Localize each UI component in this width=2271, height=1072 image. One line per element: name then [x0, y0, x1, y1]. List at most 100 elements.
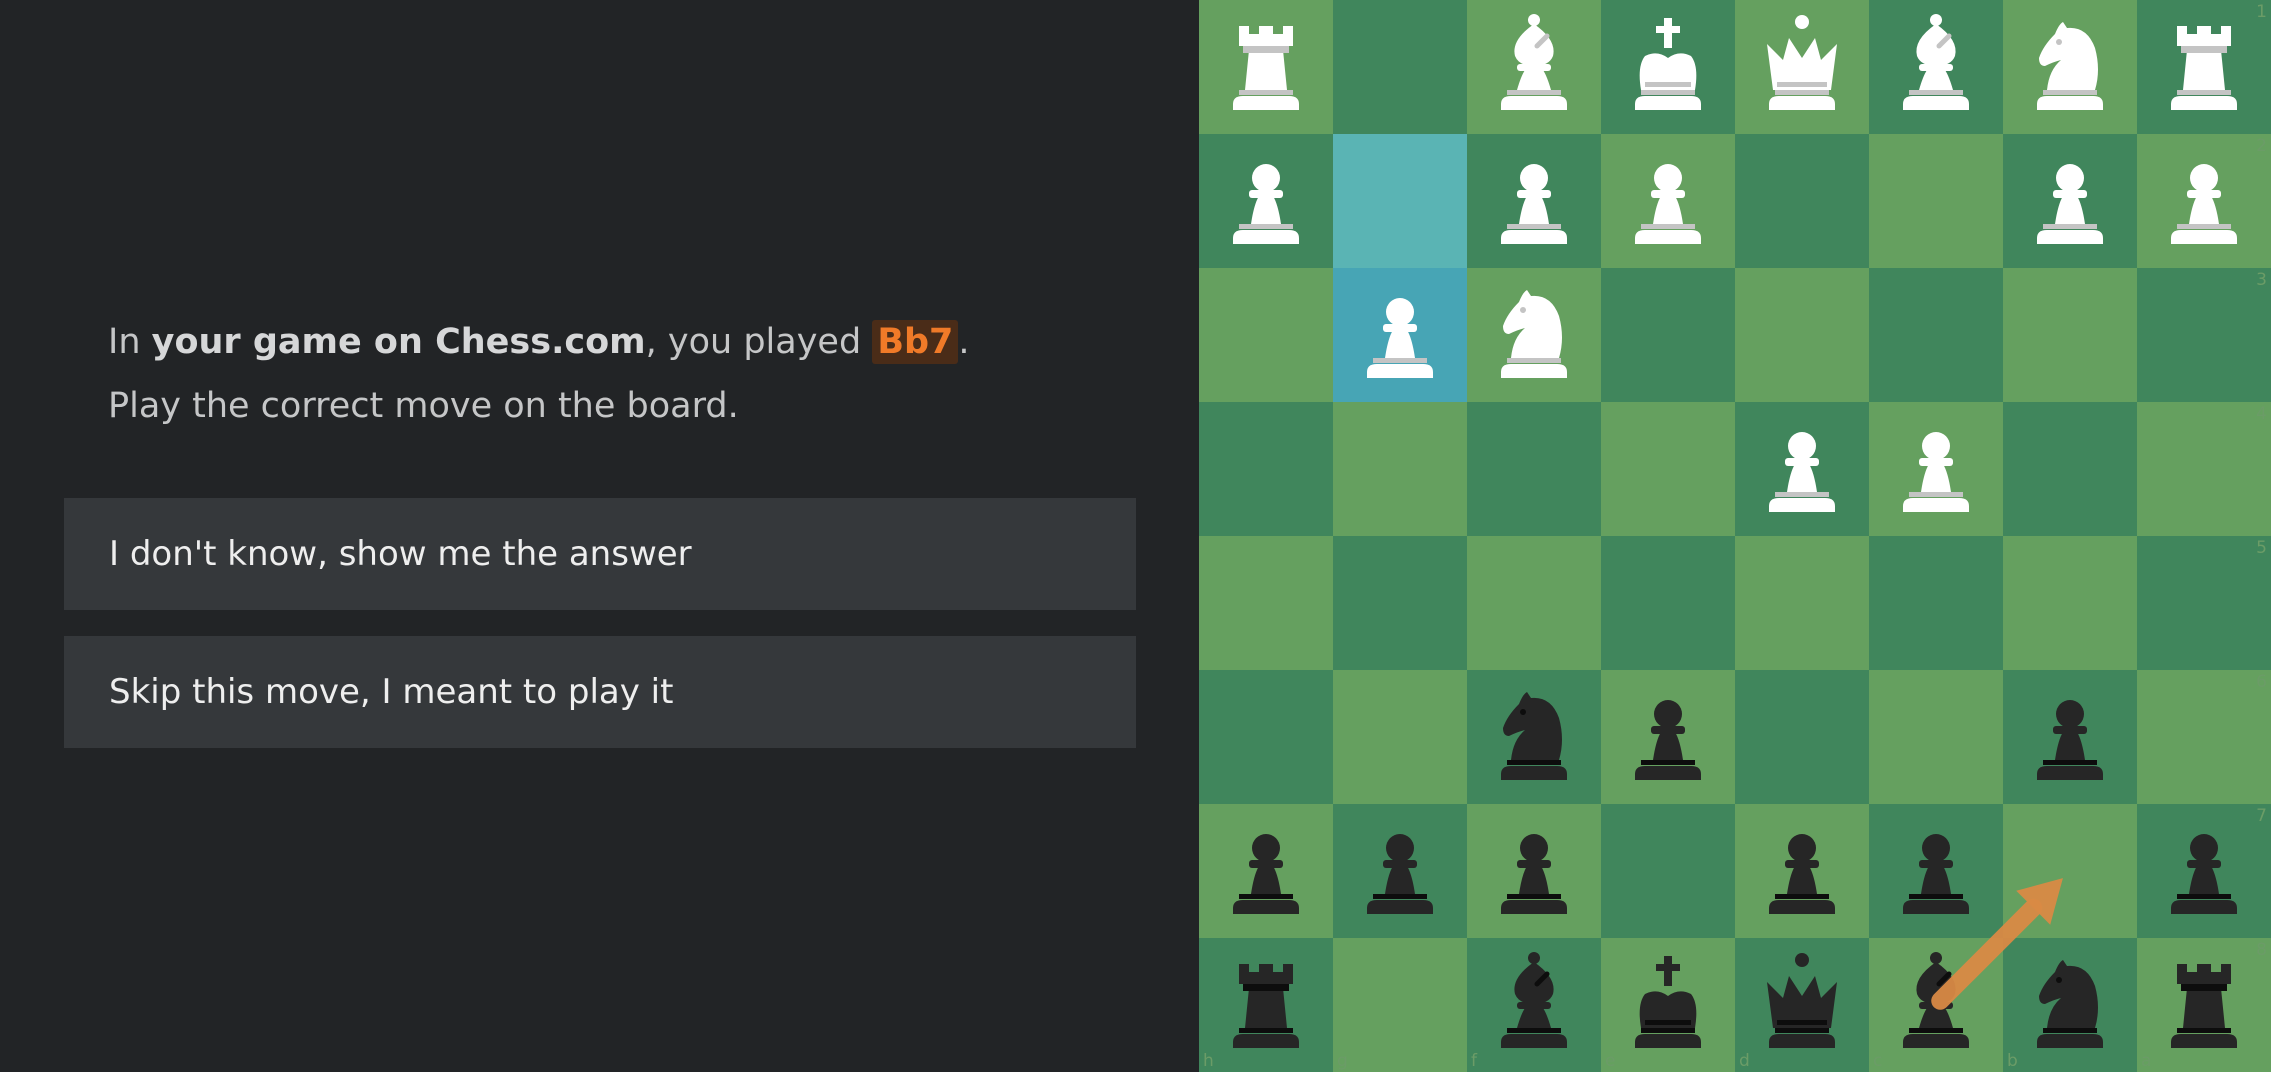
- white-pawn-icon[interactable]: [2137, 134, 2271, 268]
- square-h5[interactable]: [1199, 536, 1333, 670]
- square-c5[interactable]: [1869, 536, 2003, 670]
- square-e6[interactable]: [1601, 670, 1735, 804]
- white-knight-icon[interactable]: [1467, 268, 1601, 402]
- white-queen-icon[interactable]: [1735, 0, 1869, 134]
- square-e4[interactable]: [1601, 402, 1735, 536]
- black-pawn-icon[interactable]: [1199, 804, 1333, 938]
- square-h4[interactable]: [1199, 402, 1333, 536]
- square-e2[interactable]: [1601, 134, 1735, 268]
- square-h6[interactable]: [1199, 670, 1333, 804]
- square-f7[interactable]: [1467, 804, 1601, 938]
- square-b4[interactable]: [2003, 402, 2137, 536]
- square-g8[interactable]: g: [1333, 938, 1467, 1072]
- square-d2[interactable]: [1735, 134, 1869, 268]
- black-knight-icon[interactable]: [2003, 938, 2137, 1072]
- white-pawn-icon[interactable]: [1601, 134, 1735, 268]
- white-pawn-icon[interactable]: [1333, 268, 1467, 402]
- black-rook-icon[interactable]: [1199, 938, 1333, 1072]
- square-d4[interactable]: [1735, 402, 1869, 536]
- square-f3[interactable]: [1467, 268, 1601, 402]
- square-b6[interactable]: [2003, 670, 2137, 804]
- square-h2[interactable]: [1199, 134, 1333, 268]
- square-g7[interactable]: [1333, 804, 1467, 938]
- square-f1[interactable]: [1467, 0, 1601, 134]
- square-g4[interactable]: [1333, 402, 1467, 536]
- square-g5[interactable]: [1333, 536, 1467, 670]
- square-e8[interactable]: e: [1601, 938, 1735, 1072]
- white-pawn-icon[interactable]: [1869, 402, 2003, 536]
- white-knight-icon[interactable]: [2003, 0, 2137, 134]
- white-pawn-icon[interactable]: [2003, 134, 2137, 268]
- square-f5[interactable]: [1467, 536, 1601, 670]
- square-h1[interactable]: [1199, 0, 1333, 134]
- black-pawn-icon[interactable]: [1735, 804, 1869, 938]
- black-pawn-icon[interactable]: [1333, 804, 1467, 938]
- rank-label-3: 3: [2256, 270, 2267, 290]
- square-g6[interactable]: [1333, 670, 1467, 804]
- black-queen-icon[interactable]: [1735, 938, 1869, 1072]
- white-bishop-icon[interactable]: [1467, 0, 1601, 134]
- black-king-icon[interactable]: [1601, 938, 1735, 1072]
- square-b3[interactable]: [2003, 268, 2137, 402]
- black-bishop-icon[interactable]: [1467, 938, 1601, 1072]
- square-g2[interactable]: [1333, 134, 1467, 268]
- square-e3[interactable]: [1601, 268, 1735, 402]
- black-knight-icon[interactable]: [1467, 670, 1601, 804]
- square-e1[interactable]: [1601, 0, 1735, 134]
- square-b7[interactable]: [2003, 804, 2137, 938]
- square-d3[interactable]: [1735, 268, 1869, 402]
- square-h7[interactable]: [1199, 804, 1333, 938]
- square-a3[interactable]: 3: [2137, 268, 2271, 402]
- square-a6[interactable]: 6: [2137, 670, 2271, 804]
- square-d8[interactable]: d: [1735, 938, 1869, 1072]
- white-king-icon[interactable]: [1601, 0, 1735, 134]
- square-c7[interactable]: [1869, 804, 2003, 938]
- square-f8[interactable]: f: [1467, 938, 1601, 1072]
- square-b2[interactable]: [2003, 134, 2137, 268]
- square-b8[interactable]: b: [2003, 938, 2137, 1072]
- skip-move-button[interactable]: Skip this move, I meant to play it: [64, 636, 1136, 748]
- chess-board[interactable]: 123 4 5 6 7 hg fedcb8a: [1199, 0, 2271, 1072]
- square-d5[interactable]: [1735, 536, 1869, 670]
- square-a2[interactable]: 2: [2137, 134, 2271, 268]
- white-pawn-icon[interactable]: [1467, 134, 1601, 268]
- black-pawn-icon[interactable]: [1869, 804, 2003, 938]
- white-pawn-icon[interactable]: [1199, 134, 1333, 268]
- square-d7[interactable]: [1735, 804, 1869, 938]
- white-rook-icon[interactable]: [2137, 0, 2271, 134]
- square-h8[interactable]: h: [1199, 938, 1333, 1072]
- square-a7[interactable]: 7: [2137, 804, 2271, 938]
- square-g1[interactable]: [1333, 0, 1467, 134]
- square-c1[interactable]: [1869, 0, 2003, 134]
- black-pawn-icon[interactable]: [1467, 804, 1601, 938]
- square-f2[interactable]: [1467, 134, 1601, 268]
- square-a5[interactable]: 5: [2137, 536, 2271, 670]
- square-c6[interactable]: [1869, 670, 2003, 804]
- square-d6[interactable]: [1735, 670, 1869, 804]
- white-rook-icon[interactable]: [1199, 0, 1333, 134]
- black-bishop-icon[interactable]: [1869, 938, 2003, 1072]
- square-c8[interactable]: c: [1869, 938, 2003, 1072]
- square-e7[interactable]: [1601, 804, 1735, 938]
- black-pawn-icon[interactable]: [1601, 670, 1735, 804]
- black-pawn-icon[interactable]: [2137, 804, 2271, 938]
- square-f6[interactable]: [1467, 670, 1601, 804]
- square-c4[interactable]: [1869, 402, 2003, 536]
- white-pawn-icon[interactable]: [1735, 402, 1869, 536]
- square-a8[interactable]: 8a: [2137, 938, 2271, 1072]
- square-d1[interactable]: [1735, 0, 1869, 134]
- black-rook-icon[interactable]: [2137, 938, 2271, 1072]
- white-bishop-icon[interactable]: [1869, 0, 2003, 134]
- square-b1[interactable]: [2003, 0, 2137, 134]
- square-a4[interactable]: 4: [2137, 402, 2271, 536]
- square-e5[interactable]: [1601, 536, 1735, 670]
- square-h3[interactable]: [1199, 268, 1333, 402]
- square-a1[interactable]: 1: [2137, 0, 2271, 134]
- show-answer-button[interactable]: I don't know, show me the answer: [64, 498, 1136, 610]
- square-c2[interactable]: [1869, 134, 2003, 268]
- black-pawn-icon[interactable]: [2003, 670, 2137, 804]
- square-f4[interactable]: [1467, 402, 1601, 536]
- square-g3[interactable]: [1333, 268, 1467, 402]
- square-b5[interactable]: [2003, 536, 2137, 670]
- square-c3[interactable]: [1869, 268, 2003, 402]
